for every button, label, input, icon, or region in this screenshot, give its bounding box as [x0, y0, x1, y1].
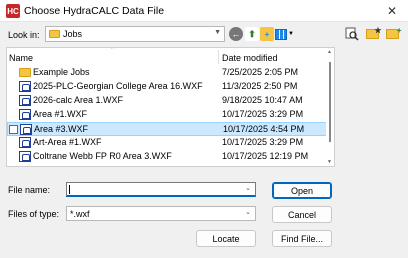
column-divider[interactable]: [218, 50, 219, 64]
item-checkbox[interactable]: [9, 125, 18, 134]
scroll-down-icon[interactable]: ▼: [327, 159, 332, 165]
up-folder-icon: ⬆: [248, 28, 256, 39]
file-type-label: Files of type:: [8, 209, 60, 219]
list-item[interactable]: 2026-calc Area 1.WXF 9/18/2025 10:47 AM: [7, 94, 327, 108]
file-date: 10/17/2025 4:54 PM: [223, 124, 305, 134]
search-button[interactable]: [344, 26, 360, 42]
list-item[interactable]: 2025-PLC-Georgian College Area 16.WXF 11…: [7, 80, 327, 94]
file-date: 7/25/2025 2:05 PM: [222, 67, 299, 77]
list-item[interactable]: Coltrane Webb FP R0 Area 3.WXF 10/17/202…: [7, 150, 327, 164]
chevron-down-icon[interactable]: ⌄: [245, 184, 251, 192]
document-icon: [19, 151, 31, 162]
document-icon: [19, 95, 31, 106]
folder-icon: [49, 30, 60, 38]
locate-button[interactable]: Locate: [196, 230, 256, 247]
search-icon: [345, 27, 359, 41]
scrollbar-thumb[interactable]: [329, 62, 331, 142]
open-button[interactable]: Open: [272, 182, 332, 199]
file-date: 9/18/2025 10:47 AM: [222, 95, 303, 105]
folder-icon: [19, 68, 31, 77]
file-name: 2026-calc Area 1.WXF: [33, 95, 124, 105]
view-menu-button[interactable]: ▼: [275, 27, 295, 41]
document-icon: [20, 124, 32, 135]
text-caret: [69, 185, 70, 194]
new-folder-icon: +: [264, 29, 270, 39]
list-item[interactable]: Area #1.WXF 10/17/2025 3:29 PM: [7, 108, 327, 122]
back-button[interactable]: ←: [229, 27, 243, 41]
cancel-button[interactable]: Cancel: [272, 206, 332, 223]
file-date: 10/17/2025 12:19 PM: [222, 151, 309, 161]
document-icon: [19, 109, 31, 120]
list-item-selected[interactable]: Area #3.WXF 10/17/2025 4:54 PM: [7, 122, 327, 136]
window-title: Choose HydraCALC Data File: [24, 5, 165, 17]
file-name: Area #1.WXF: [33, 109, 88, 119]
column-header-date[interactable]: Date modified: [222, 53, 278, 63]
folder-plus-icon: +: [385, 26, 402, 39]
file-name-input[interactable]: ⌄: [66, 182, 256, 197]
document-icon: [19, 81, 31, 92]
file-name: Coltrane Webb FP R0 Area 3.WXF: [33, 151, 172, 161]
up-one-level-button[interactable]: ⬆: [245, 27, 259, 41]
look-in-dropdown[interactable]: Jobs ▼: [45, 26, 225, 42]
look-in-value: Jobs: [63, 29, 83, 39]
favorite-folder-button[interactable]: ★: [364, 26, 382, 42]
scroll-up-icon[interactable]: ▲: [327, 49, 332, 55]
chevron-down-icon: ▼: [288, 31, 294, 37]
file-date: 11/3/2025 2:50 PM: [222, 81, 298, 91]
document-icon: [19, 137, 31, 148]
folder-star-icon: ★: [365, 26, 382, 39]
vertical-scrollbar[interactable]: ▲ ▼: [326, 48, 334, 166]
file-list[interactable]: ^ Name Date modified Example Jobs 7/25/2…: [6, 47, 335, 167]
add-folder-button[interactable]: +: [384, 26, 402, 42]
column-header-name[interactable]: Name: [9, 53, 33, 63]
list-item[interactable]: Example Jobs 7/25/2025 2:05 PM: [7, 66, 327, 80]
find-file-button[interactable]: Find File...: [272, 230, 332, 247]
list-item[interactable]: Art-Area #1.WXF 10/17/2025 3:29 PM: [7, 136, 327, 150]
file-type-value: *.wxf: [70, 209, 90, 219]
back-arrow-icon: ←: [231, 29, 241, 39]
close-button[interactable]: ✕: [382, 3, 402, 19]
chevron-down-icon: ▼: [214, 29, 221, 36]
file-name: Example Jobs: [33, 67, 90, 77]
sort-up-icon: ^: [111, 47, 115, 53]
file-type-dropdown[interactable]: *.wxf ⌄: [66, 206, 256, 221]
file-date: 10/17/2025 3:29 PM: [222, 109, 304, 119]
chevron-down-icon: ⌄: [245, 209, 251, 216]
file-name-label: File name:: [8, 185, 51, 195]
create-new-folder-button[interactable]: +: [260, 27, 274, 41]
file-name: Art-Area #1.WXF: [33, 137, 102, 147]
file-date: 10/17/2025 3:29 PM: [222, 137, 304, 147]
file-name: 2025-PLC-Georgian College Area 16.WXF: [33, 81, 203, 91]
column-header-row: ^ Name Date modified: [7, 48, 327, 64]
file-name: Area #3.WXF: [34, 124, 89, 134]
app-icon: HC: [6, 4, 20, 18]
look-in-label: Look in:: [8, 30, 40, 40]
view-menu-icon: [275, 28, 287, 40]
